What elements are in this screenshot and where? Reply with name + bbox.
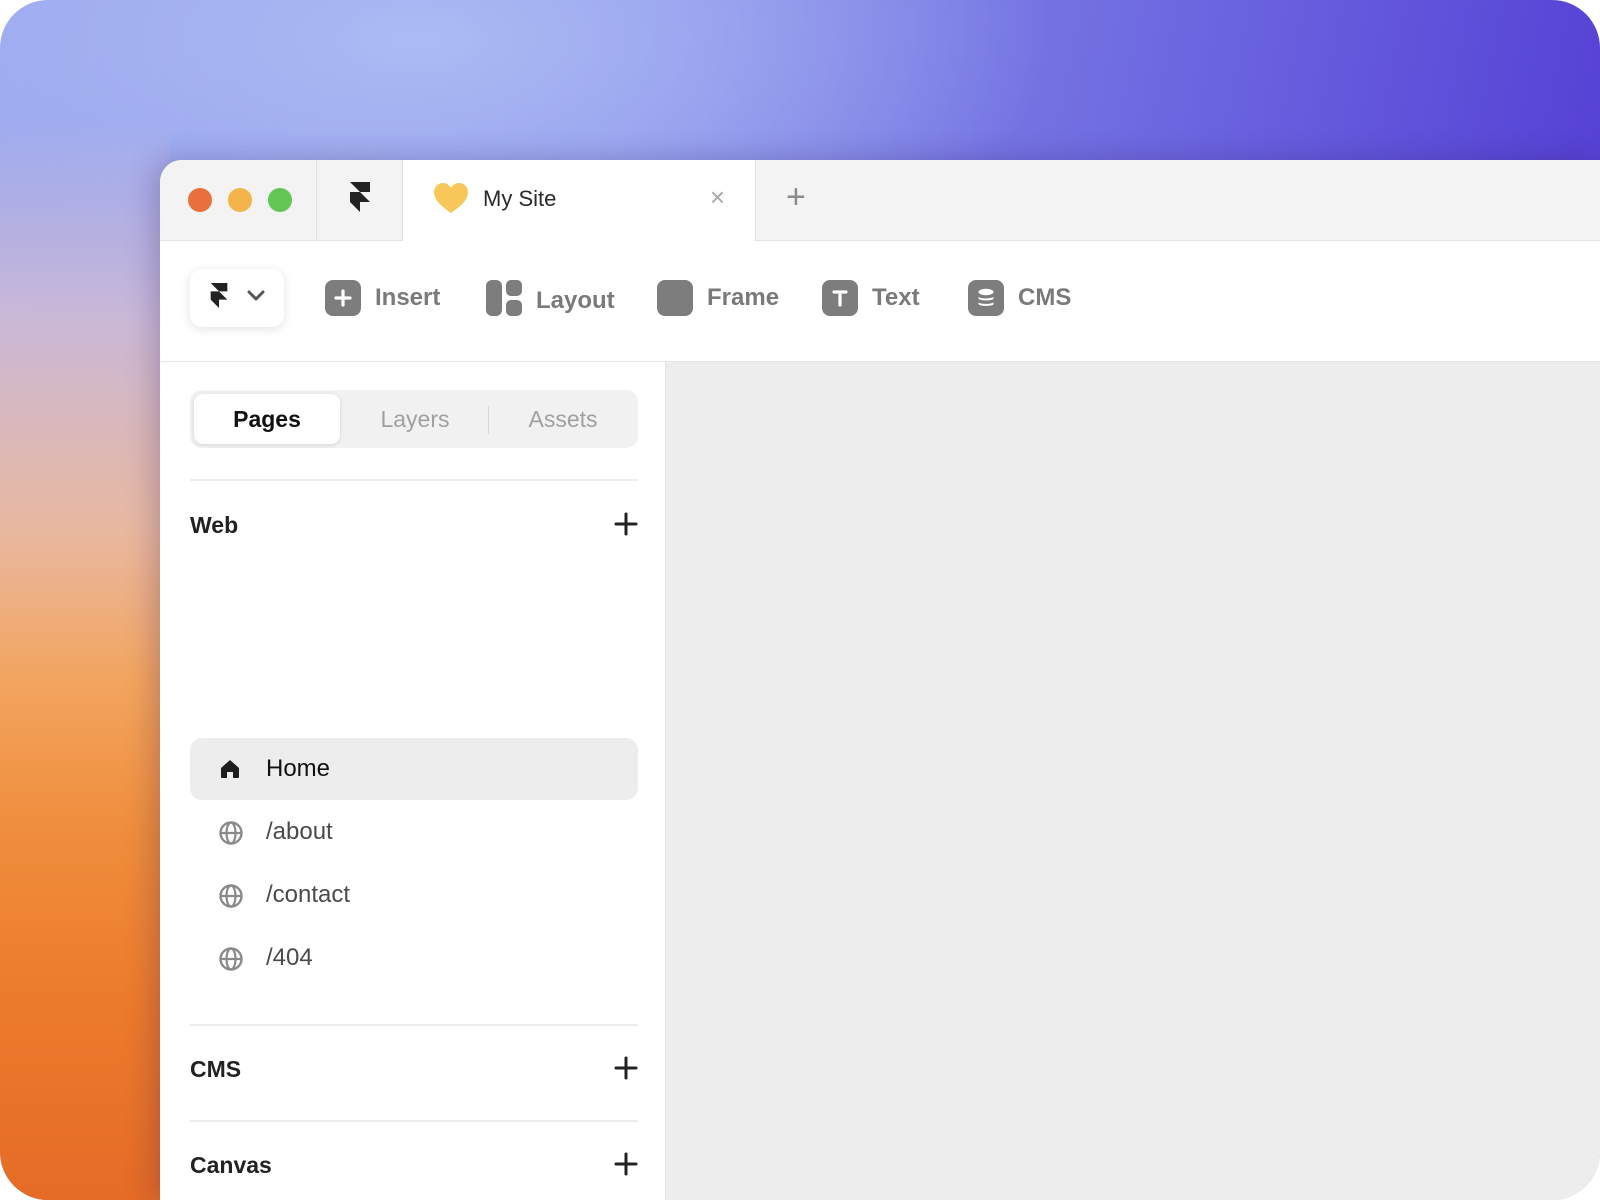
layout-icon [486,280,522,321]
page-label-contact: /contact [266,881,351,908]
tab-layers[interactable]: Layers [342,394,488,444]
section-title-cms: CMS [190,1056,242,1082]
window-controls [188,188,292,212]
text-label: Text [872,284,920,311]
text-icon [822,280,858,316]
tab-my-site[interactable]: My Site × [402,160,756,241]
section-divider [190,1024,638,1026]
desktop-background: My Site × + Insert Layout Frame Text CMS… [0,0,1600,1200]
left-sidebar: Pages Layers Assets Web Home /about /con… [160,362,664,1200]
background-gradient [0,120,170,1200]
toolbar: Insert Layout Frame Text CMS [160,241,1600,362]
cms-button[interactable]: CMS [968,280,1071,316]
new-tab-button[interactable]: + [786,180,806,214]
main-menu-button[interactable] [190,269,284,327]
section-cms: CMS [190,1056,638,1090]
close-window-button[interactable] [188,188,212,212]
tab-pages[interactable]: Pages [194,394,340,444]
insert-label: Insert [375,284,441,311]
frame-button[interactable]: Frame [657,280,779,316]
page-label-404: /404 [266,944,313,971]
home-icon [218,757,242,786]
page-item-404[interactable]: /404 [190,927,638,989]
add-canvas-page-icon[interactable] [614,1152,638,1181]
close-tab-icon[interactable]: × [710,184,725,210]
cms-label: CMS [1018,284,1072,311]
plus-square-icon [325,280,361,316]
tab-title: My Site [483,186,557,211]
section-canvas: Canvas [190,1152,638,1186]
tab-divider [488,406,489,434]
add-cms-collection-icon[interactable] [614,1056,638,1085]
frame-label: Frame [707,284,780,311]
frame-icon [657,280,693,316]
section-divider [190,1120,638,1122]
minimize-window-button[interactable] [228,188,252,212]
heart-icon [433,182,469,219]
section-title-web: Web [190,512,239,538]
tab-separator [316,160,317,240]
layout-label: Layout [536,286,615,314]
tab-assets[interactable]: Assets [490,394,636,444]
section-web: Web [190,512,638,546]
text-button[interactable]: Text [822,280,920,316]
panel-tabs: Pages Layers Assets [190,390,638,448]
page-item-about[interactable]: /about [190,801,638,863]
tab-bar: My Site × + [160,160,1600,241]
page-item-contact[interactable]: /contact [190,864,638,926]
layout-button[interactable]: Layout [486,280,615,321]
page-label-home: Home [266,755,331,782]
page-item-home[interactable]: Home [190,738,638,800]
globe-icon [218,946,244,977]
chevron-down-icon [246,289,266,308]
section-divider [190,479,638,481]
insert-button[interactable]: Insert [325,280,440,316]
add-web-page-icon[interactable] [614,512,638,541]
framer-logo-icon[interactable] [348,182,372,223]
maximize-window-button[interactable] [268,188,292,212]
database-icon [968,280,1004,316]
framer-logo-icon [208,283,230,318]
globe-icon [218,820,244,851]
app-window: My Site × + Insert Layout Frame Text CMS… [160,160,1600,1200]
design-canvas[interactable] [665,362,1600,1200]
globe-icon [218,883,244,914]
section-title-canvas: Canvas [190,1152,272,1178]
page-label-about: /about [266,818,333,845]
